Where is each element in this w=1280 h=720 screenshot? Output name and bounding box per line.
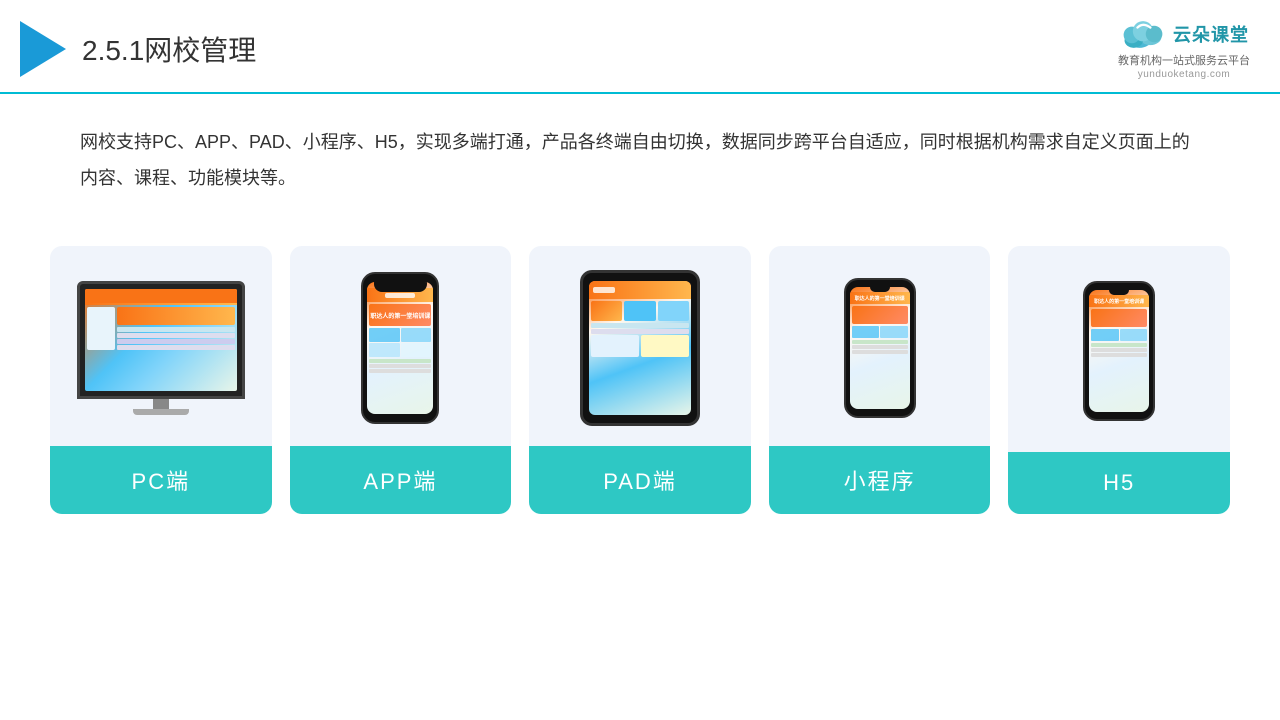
tablet-mockup bbox=[580, 270, 700, 426]
card-miniprogram: 职达人的第一堂培训课 小程序 bbox=[769, 246, 991, 514]
pc-monitor bbox=[77, 281, 245, 415]
tablet-screen bbox=[589, 281, 691, 415]
description-text: 网校支持PC、APP、PAD、小程序、H5，实现多端打通，产品各终端自由切换，数… bbox=[0, 94, 1280, 216]
card-pc-label: PC端 bbox=[50, 446, 272, 514]
card-h5-image: 职达人的第一堂培训课 bbox=[1008, 246, 1230, 452]
page-title: 2.5.1网校管理 bbox=[82, 29, 256, 69]
card-app-label: APP端 bbox=[290, 446, 512, 514]
title-text: 网校管理 bbox=[144, 35, 256, 66]
logo-area: 云朵课堂 教育机构一站式服务云平台 yunduoketang.com bbox=[1118, 18, 1250, 80]
card-h5: 职达人的第一堂培训课 H5 bbox=[1008, 246, 1230, 514]
monitor-screen bbox=[85, 289, 237, 391]
card-app-image: 职达人的第一堂培训课 bbox=[290, 246, 512, 446]
card-pc: PC端 bbox=[50, 246, 272, 514]
logo-url: yunduoketang.com bbox=[1138, 69, 1231, 80]
phone-app-screen: 职达人的第一堂培训课 bbox=[367, 282, 433, 414]
phone-h5-screen: 职达人的第一堂培训课 bbox=[1089, 290, 1149, 412]
card-pad-image bbox=[529, 246, 751, 446]
logo-cloud: 云朵课堂 bbox=[1119, 18, 1249, 50]
card-pc-image bbox=[50, 246, 272, 446]
card-pad-label: PAD端 bbox=[529, 446, 751, 514]
phone-mini-screen: 职达人的第一堂培训课 bbox=[850, 287, 910, 409]
card-h5-label: H5 bbox=[1008, 452, 1230, 514]
page-header: 2.5.1网校管理 云朵课堂 教育机构一站式服务云平台 yunduoketang… bbox=[0, 0, 1280, 94]
play-icon bbox=[20, 21, 66, 77]
monitor-outer bbox=[77, 281, 245, 399]
card-pad: PAD端 bbox=[529, 246, 751, 514]
logo-text: 云朵课堂 bbox=[1173, 21, 1249, 47]
phone-mini-mockup: 职达人的第一堂培训课 bbox=[844, 278, 916, 418]
phone-h5-mockup: 职达人的第一堂培训课 bbox=[1083, 281, 1155, 421]
card-miniprogram-label: 小程序 bbox=[769, 446, 991, 514]
cloud-logo-icon bbox=[1119, 18, 1167, 50]
card-app: 职达人的第一堂培训课 APP端 bbox=[290, 246, 512, 514]
phone-notch bbox=[389, 274, 411, 280]
header-left: 2.5.1网校管理 bbox=[20, 21, 256, 77]
logo-tagline: 教育机构一站式服务云平台 bbox=[1118, 52, 1250, 68]
cards-container: PC端 职达人的第一堂培训课 bbox=[0, 226, 1280, 534]
card-miniprogram-image: 职达人的第一堂培训课 bbox=[769, 246, 991, 446]
phone-app-mockup: 职达人的第一堂培训课 bbox=[361, 272, 439, 424]
monitor-base bbox=[133, 409, 189, 415]
title-number: 2.5.1 bbox=[82, 35, 144, 66]
monitor-neck bbox=[153, 399, 169, 409]
